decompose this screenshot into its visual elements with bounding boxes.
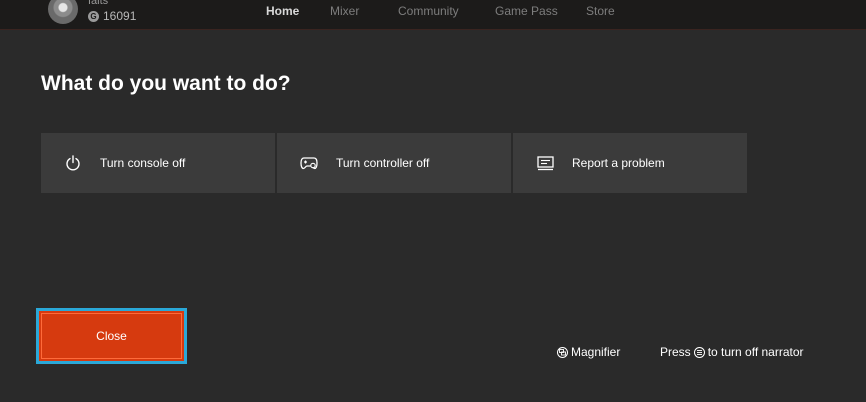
report-a-problem-button[interactable]: Report a problem: [513, 133, 747, 193]
options-row: Turn console off Turn controller off Rep…: [41, 133, 747, 193]
gamerscore-value: 16091: [103, 9, 137, 23]
tab-mixer[interactable]: Mixer: [330, 4, 398, 18]
tab-game-pass[interactable]: Game Pass: [495, 4, 586, 18]
gamerscore: G 16091: [88, 9, 136, 23]
tab-home[interactable]: Home: [266, 4, 330, 18]
turn-controller-off-button[interactable]: Turn controller off: [277, 133, 511, 193]
top-bar: faits G 16091 Home Mixer Community Game …: [0, 0, 866, 30]
feedback-icon: [536, 154, 554, 172]
turn-console-off-label: Turn console off: [100, 156, 186, 170]
tab-community[interactable]: Community: [398, 4, 495, 18]
view-button-icon: [557, 346, 568, 358]
turn-controller-off-label: Turn controller off: [336, 156, 430, 170]
menu-button-icon: [693, 346, 705, 358]
close-button-label: Close: [96, 329, 127, 343]
narrator-hint: Press to turn off narrator: [660, 345, 804, 359]
main-nav: Home Mixer Community Game Pass Store: [266, 4, 646, 18]
report-a-problem-label: Report a problem: [572, 156, 665, 170]
turn-console-off-button[interactable]: Turn console off: [41, 133, 275, 193]
avatar[interactable]: [48, 0, 78, 24]
power-icon: [64, 154, 82, 172]
dialog-title: What do you want to do?: [41, 72, 291, 95]
narrator-prefix: Press: [660, 345, 691, 359]
controller-icon: [300, 154, 318, 172]
magnifier-label: Magnifier: [571, 345, 621, 359]
gamerscore-icon: G: [88, 10, 99, 22]
close-button[interactable]: Close: [36, 308, 187, 364]
magnifier-hint: Magnifier: [557, 345, 620, 359]
tab-store[interactable]: Store: [586, 4, 646, 18]
gamertag: faits: [88, 0, 109, 7]
narrator-suffix: to turn off narrator: [707, 345, 804, 359]
